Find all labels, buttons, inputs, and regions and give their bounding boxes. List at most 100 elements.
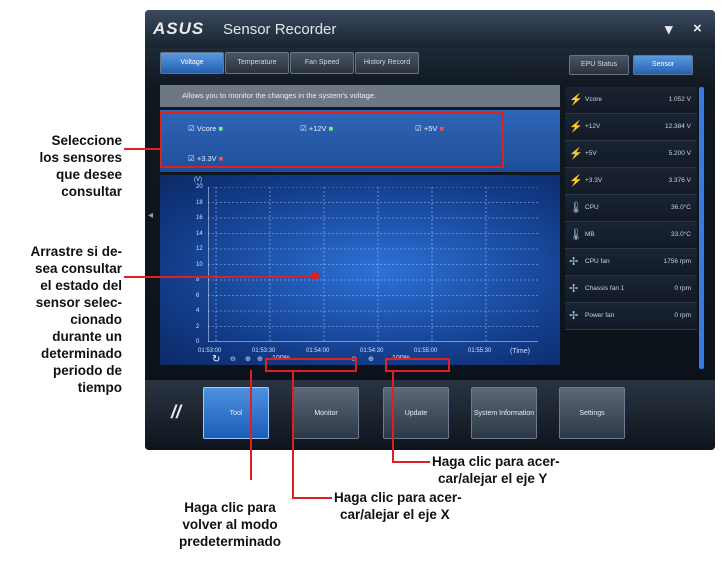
callout-line-text: consultar bbox=[61, 184, 122, 199]
tab-voltage[interactable]: Voltage bbox=[160, 52, 224, 74]
y-tick-label: 20 bbox=[196, 184, 203, 190]
sensor-reading-row: ✢ Power fan 0 rpm bbox=[565, 303, 697, 330]
thermometer-icon: 🌡︎ bbox=[569, 229, 583, 241]
scroll-left-icon[interactable]: ◂ bbox=[148, 210, 153, 221]
callout-line-text: volver al modo bbox=[182, 517, 278, 532]
sensor-highlight-box bbox=[160, 112, 504, 168]
callout-line-text: Seleccione bbox=[51, 133, 122, 148]
sensor-reading-row: ✢ CPU fan 1756 rpm bbox=[565, 249, 697, 276]
sensor-reading-row: ⚡ +5V 5.200 V bbox=[565, 141, 697, 168]
sensor-reading-row: 🌡︎ MB 33.0°C bbox=[565, 222, 697, 249]
sensor-name: +3.3V bbox=[585, 177, 603, 184]
close-button[interactable]: × bbox=[693, 20, 702, 37]
sensor-reading-row: ⚡ Vcore 1.052 V bbox=[565, 87, 697, 114]
fan-icon: ✢ bbox=[569, 283, 579, 295]
tab-history-record[interactable]: History Record bbox=[355, 52, 419, 74]
tab-fan-speed[interactable]: Fan Speed bbox=[290, 52, 354, 74]
tab-sensor[interactable]: Sensor bbox=[633, 55, 693, 75]
title-bar: ASUS Sensor Recorder ▾ × bbox=[145, 10, 715, 48]
sensor-value: 36.0°C bbox=[671, 204, 691, 211]
zoom-y-highlight-box bbox=[385, 358, 450, 372]
sensor-value: 1756 rpm bbox=[663, 258, 691, 265]
fan-icon: ✢ bbox=[569, 256, 579, 268]
sensor-name: CPU fan bbox=[585, 258, 610, 265]
bolt-icon: ⚡ bbox=[569, 175, 583, 187]
y-tick-label: 10 bbox=[196, 261, 203, 268]
y-tick-label: 14 bbox=[196, 230, 203, 237]
callout-line-text: Haga clic para acer- bbox=[432, 454, 560, 469]
sensor-value: 1.052 V bbox=[668, 96, 691, 103]
asus-logo: ASUS bbox=[153, 19, 205, 38]
leader-line bbox=[124, 276, 314, 278]
callout-line-text: Haga clic para acer- bbox=[334, 490, 462, 505]
x-axis-unit: (Time) bbox=[510, 348, 530, 355]
chart-grid bbox=[208, 187, 538, 342]
sensor-reading-row: ✢ Chassis fan 1 0 rpm bbox=[565, 276, 697, 303]
callout-zoom-x: Haga clic para acer- car/alejar el eje X bbox=[334, 489, 534, 523]
callout-line-text: cionado bbox=[70, 312, 122, 327]
thermometer-icon: 🌡︎ bbox=[569, 202, 583, 214]
readings-scrollbar[interactable] bbox=[699, 87, 704, 369]
sensor-readings-panel: EPU Status Sensor ⚡ Vcore 1.052 V ⚡ +12V 12.3… bbox=[565, 45, 707, 375]
zoom-x-in-icon[interactable]: ⊕ bbox=[257, 355, 263, 363]
callout-line-text: car/alejar el eje X bbox=[340, 507, 450, 522]
sensor-name: +5V bbox=[585, 150, 597, 157]
bottom-toolbar: // Tool Monitor Update System Informatio… bbox=[145, 380, 715, 450]
sensor-chart[interactable]: (V) 20 18 16 14 12 10 8 6 4 2 0 01:53:00 01:53:30 01… bbox=[160, 175, 560, 365]
sensor-value: 12.384 V bbox=[664, 123, 691, 130]
callout-line-text: los sensores bbox=[39, 150, 122, 165]
settings-button[interactable]: Settings bbox=[559, 387, 625, 439]
leader-line bbox=[250, 370, 252, 480]
callout-line-text: Haga clic para bbox=[184, 500, 276, 515]
y-tick-label: 2 bbox=[196, 323, 200, 330]
sensor-name: Power fan bbox=[585, 312, 615, 319]
callout-line-text: Arrastre si de- bbox=[30, 244, 122, 259]
callout-line-text: durante un bbox=[52, 329, 122, 344]
ai-suite-logo-icon: // bbox=[171, 402, 182, 422]
description-text: Allows you to monitor the changes in the… bbox=[160, 85, 560, 107]
leader-line bbox=[392, 461, 430, 463]
sensor-name: CPU bbox=[585, 204, 599, 211]
sensor-value: 0 rpm bbox=[674, 285, 691, 292]
x-tick-label: 01:53:30 bbox=[252, 348, 276, 354]
sensor-name: Chassis fan 1 bbox=[585, 285, 625, 292]
sensor-reading-row: 🌡︎ CPU 36.0°C bbox=[565, 195, 697, 222]
callout-line-text: periodo de bbox=[52, 363, 122, 378]
leader-line bbox=[124, 148, 162, 150]
sensor-recorder-window: ASUS Sensor Recorder ▾ × Voltage Tempera… bbox=[145, 10, 715, 450]
sensor-name: Vcore bbox=[585, 96, 602, 103]
monitor-button[interactable]: Monitor bbox=[293, 387, 359, 439]
sensor-value: 5.200 V bbox=[668, 150, 691, 157]
zoom-x-in-icon[interactable]: ⊕ bbox=[245, 355, 251, 363]
tool-button[interactable]: Tool bbox=[203, 387, 269, 439]
y-tick-label: 18 bbox=[196, 199, 203, 206]
x-tick-label: 01:55:30 bbox=[468, 348, 492, 354]
x-tick-label: 01:54:00 bbox=[306, 348, 330, 354]
sensor-reading-row: ⚡ +12V 12.384 V bbox=[565, 114, 697, 141]
zoom-x-highlight-box bbox=[265, 358, 357, 372]
minimize-button[interactable]: ▾ bbox=[665, 20, 673, 38]
callout-zoom-y: Haga clic para acer- car/alejar el eje Y bbox=[432, 453, 632, 487]
tab-temperature[interactable]: Temperature bbox=[225, 52, 289, 74]
system-information-button[interactable]: System Information bbox=[471, 387, 537, 439]
y-tick-label: 12 bbox=[196, 246, 203, 252]
leader-line bbox=[392, 370, 394, 462]
callout-select-sensors: Seleccione los sensores que desee consul… bbox=[8, 132, 122, 200]
callout-line-text: predeterminado bbox=[178, 534, 282, 549]
app-title: Sensor Recorder bbox=[223, 21, 337, 38]
callout-line-text: tiempo bbox=[77, 380, 122, 395]
tab-epu-status[interactable]: EPU Status bbox=[569, 55, 629, 75]
x-tick-label: 01:55:00 bbox=[414, 348, 438, 354]
y-axis-unit: (V) bbox=[194, 177, 202, 183]
callout-drag: Arrastre si de- sea consultar el estado … bbox=[4, 243, 122, 396]
callout-line-text: que desee bbox=[55, 167, 122, 182]
sensor-name: +12V bbox=[585, 123, 601, 130]
bolt-icon: ⚡ bbox=[569, 121, 583, 133]
zoom-x-out-icon[interactable]: ⊖ bbox=[230, 355, 236, 363]
leader-line bbox=[292, 370, 294, 498]
zoom-y-in-icon[interactable]: ⊕ bbox=[368, 355, 374, 363]
reset-default-icon[interactable]: ↻ bbox=[212, 354, 220, 365]
y-tick-label: 16 bbox=[196, 215, 203, 221]
bolt-icon: ⚡ bbox=[569, 148, 583, 160]
y-tick-label: 4 bbox=[196, 308, 200, 314]
